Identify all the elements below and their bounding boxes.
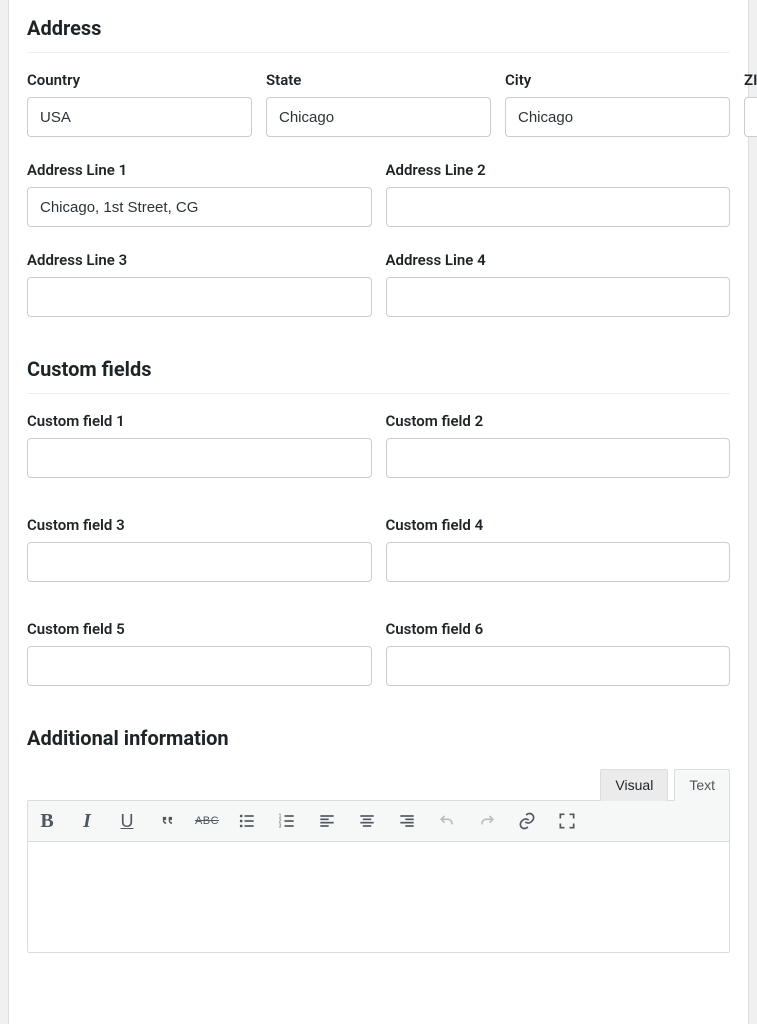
address-line-1-label: Address Line 1 — [27, 161, 372, 179]
bold-icon: B — [40, 810, 53, 833]
redo-icon — [477, 811, 497, 831]
custom-field-1-label: Custom field 1 — [27, 412, 372, 430]
address-line-3-input[interactable] — [27, 277, 372, 317]
address-line-4-label: Address Line 4 — [386, 251, 731, 269]
align-left-icon — [317, 811, 337, 831]
additional-info-section-title: Additional information — [27, 710, 730, 762]
italic-icon: I — [83, 810, 91, 833]
custom-field-5-input[interactable] — [27, 646, 372, 686]
numbered-list-icon: 123 — [277, 811, 297, 831]
zip-label: ZIP Code — [744, 71, 757, 89]
state-label: State — [266, 71, 491, 89]
numbered-list-button[interactable]: 123 — [276, 807, 298, 835]
italic-button[interactable]: I — [76, 807, 98, 835]
zip-input[interactable] — [744, 97, 757, 137]
editor-content-area[interactable] — [28, 842, 729, 952]
blockquote-icon — [157, 811, 177, 831]
rich-text-editor: B I U ABC 123 — [27, 800, 730, 953]
link-button[interactable] — [516, 807, 538, 835]
align-right-button[interactable] — [396, 807, 418, 835]
fullscreen-button[interactable] — [556, 807, 578, 835]
custom-field-2-label: Custom field 2 — [386, 412, 731, 430]
city-input[interactable] — [505, 97, 730, 137]
strikethrough-button[interactable]: ABC — [196, 807, 218, 835]
country-label: Country — [27, 71, 252, 89]
custom-field-6-input[interactable] — [386, 646, 731, 686]
address-line-3-label: Address Line 3 — [27, 251, 372, 269]
editor-toolbar: B I U ABC 123 — [28, 801, 729, 842]
city-label: City — [505, 71, 730, 89]
custom-field-4-input[interactable] — [386, 542, 731, 582]
undo-icon — [437, 811, 457, 831]
redo-button[interactable] — [476, 807, 498, 835]
undo-button[interactable] — [436, 807, 458, 835]
fullscreen-icon — [557, 811, 577, 831]
address-line-2-input[interactable] — [386, 187, 731, 227]
custom-field-3-input[interactable] — [27, 542, 372, 582]
bold-button[interactable]: B — [36, 807, 58, 835]
custom-field-2-input[interactable] — [386, 438, 731, 478]
address-section-title: Address — [27, 0, 730, 53]
custom-field-4-label: Custom field 4 — [386, 516, 731, 534]
blockquote-button[interactable] — [156, 807, 178, 835]
address-line-1-input[interactable] — [27, 187, 372, 227]
address-line-4-input[interactable] — [386, 277, 731, 317]
tab-text[interactable]: Text — [674, 769, 730, 801]
custom-field-3-label: Custom field 3 — [27, 516, 372, 534]
tab-visual[interactable]: Visual — [600, 769, 668, 801]
strikethrough-icon: ABC — [195, 815, 219, 827]
bullet-list-button[interactable] — [236, 807, 258, 835]
svg-text:3: 3 — [279, 824, 282, 830]
bullet-list-icon — [237, 811, 257, 831]
custom-field-5-label: Custom field 5 — [27, 620, 372, 638]
align-right-icon — [397, 811, 417, 831]
align-center-icon — [357, 811, 377, 831]
underline-icon: U — [121, 811, 134, 832]
link-icon — [517, 811, 537, 831]
state-input[interactable] — [266, 97, 491, 137]
underline-button[interactable]: U — [116, 807, 138, 835]
address-line-2-label: Address Line 2 — [386, 161, 731, 179]
align-left-button[interactable] — [316, 807, 338, 835]
align-center-button[interactable] — [356, 807, 378, 835]
custom-field-6-label: Custom field 6 — [386, 620, 731, 638]
custom-fields-section-title: Custom fields — [27, 341, 730, 394]
custom-field-1-input[interactable] — [27, 438, 372, 478]
country-input[interactable] — [27, 97, 252, 137]
